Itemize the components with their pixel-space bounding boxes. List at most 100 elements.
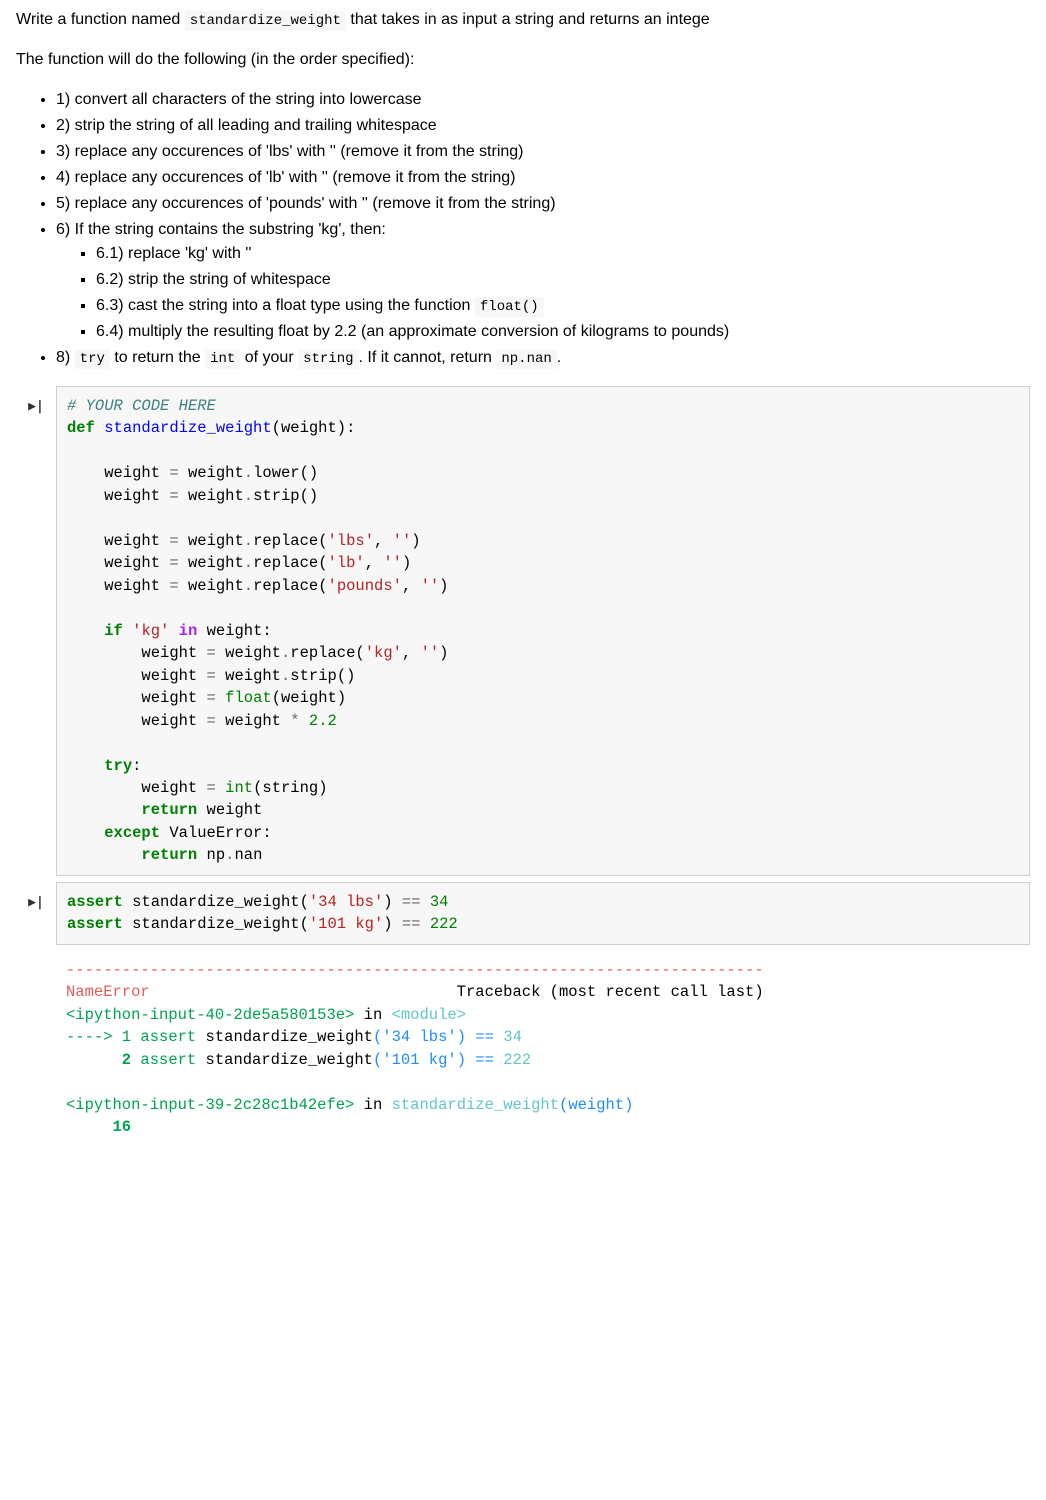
v: weight	[281, 689, 337, 707]
v: string	[262, 779, 318, 797]
module-label: <module>	[392, 1006, 466, 1024]
lead-paragraph: The function will do the following (in t…	[16, 48, 1030, 72]
kw: assert	[67, 915, 123, 933]
v: weight	[141, 667, 197, 685]
run-cell-icon[interactable]: ▶|	[28, 399, 44, 414]
list-item: 6.4) multiply the resulting float by 2.2…	[96, 320, 1030, 344]
intro-text-2: that takes in as input a string and retu…	[346, 11, 710, 28]
kw: return	[141, 846, 197, 864]
v: weight	[104, 577, 160, 595]
s: 'lbs'	[328, 532, 375, 550]
num: 222	[503, 1051, 531, 1069]
intro-code: standardize_weight	[185, 11, 346, 31]
inline-code: float()	[475, 297, 544, 317]
code-input[interactable]: # YOUR CODE HERE def standardize_weight(…	[56, 386, 1030, 876]
exc: ValueError	[169, 824, 262, 842]
list-item: 1) convert all characters of the string …	[56, 88, 1030, 112]
s: ''	[421, 644, 440, 662]
fn: standardize_weight	[206, 1028, 373, 1046]
frame-fn-arg: (weight)	[559, 1096, 633, 1114]
kw: assert	[140, 1028, 196, 1046]
list-item: 2) strip the string of all leading and t…	[56, 114, 1030, 138]
list-item: 5) replace any occurences of 'pounds' wi…	[56, 192, 1030, 216]
s: 'pounds'	[328, 577, 402, 595]
inline-code: np.nan	[496, 349, 556, 369]
kw: assert	[140, 1051, 196, 1069]
v: weight	[104, 532, 160, 550]
s: 'lb'	[328, 554, 365, 572]
num: 34	[430, 893, 449, 911]
builtin: float	[225, 689, 272, 707]
kw: try	[104, 757, 132, 775]
num: 222	[430, 915, 458, 933]
v: weight	[188, 554, 244, 572]
m: replace	[290, 644, 355, 662]
v: weight	[225, 667, 281, 685]
v: weight	[141, 689, 197, 707]
kw: return	[141, 801, 197, 819]
v: weight	[225, 644, 281, 662]
list-item: 3) replace any occurences of 'lbs' with …	[56, 140, 1030, 164]
op: ==	[402, 915, 421, 933]
code-comment: # YOUR CODE HERE	[67, 397, 216, 415]
s: 'kg'	[365, 644, 402, 662]
traceback-output: ----------------------------------------…	[56, 951, 1030, 1139]
t: .	[557, 349, 561, 366]
t: of your	[240, 349, 298, 366]
intro-paragraph: Write a function named standardize_weigh…	[16, 8, 1030, 32]
v: weight	[141, 644, 197, 662]
t: to return the	[110, 349, 205, 366]
prompt-area: ▶|	[16, 882, 56, 945]
prompt-area-empty	[16, 951, 56, 1139]
s: '101 kg'	[382, 1051, 456, 1069]
kw: except	[104, 824, 160, 842]
inline-code: int	[205, 349, 240, 369]
t: in	[354, 1096, 391, 1114]
v: weight	[141, 712, 197, 730]
lineno: 16	[66, 1118, 131, 1136]
v: weight	[188, 464, 244, 482]
v: weight	[225, 712, 281, 730]
list-item: 6.3) cast the string into a float type u…	[96, 294, 1030, 318]
prompt-area: ▶|	[16, 386, 56, 876]
frame-fn: standardize_weight	[392, 1096, 559, 1114]
funcname: standardize_weight	[104, 419, 271, 437]
v: weight	[207, 801, 263, 819]
builtin: int	[225, 779, 253, 797]
arrow: ----> 1	[66, 1028, 140, 1046]
frame-location: <ipython-input-39-2c28c1b42efe>	[66, 1096, 354, 1114]
output-cell: ----------------------------------------…	[16, 951, 1030, 1139]
v: weight	[188, 487, 244, 505]
list-item: 6.2) strip the string of whitespace	[96, 268, 1030, 292]
code-cell-2: ▶| assert standardize_weight('34 lbs') =…	[16, 882, 1030, 945]
v: weight	[188, 532, 244, 550]
fn: standardize_weight	[206, 1051, 373, 1069]
fn: standardize_weight	[132, 915, 299, 933]
param: weight	[281, 419, 337, 437]
op: ==	[402, 893, 421, 911]
kw: def	[67, 419, 95, 437]
v: weight	[141, 779, 197, 797]
kw: if	[104, 622, 123, 640]
code-input[interactable]: assert standardize_weight('34 lbs') == 3…	[56, 882, 1030, 945]
m: replace	[253, 532, 318, 550]
s: ''	[383, 554, 402, 572]
intro-text: Write a function named	[16, 11, 185, 28]
lineno: 2	[66, 1051, 140, 1069]
v: weight	[207, 622, 263, 640]
v: weight	[104, 554, 160, 572]
code-cell-1: ▶| # YOUR CODE HERE def standardize_weig…	[16, 386, 1030, 876]
error-name: NameError	[66, 983, 150, 1001]
op: ==	[475, 1028, 494, 1046]
kw: assert	[67, 893, 123, 911]
traceback-label: Traceback (most recent call last)	[457, 983, 764, 1001]
t: . If it cannot, return	[359, 349, 497, 366]
run-cell-icon[interactable]: ▶|	[28, 895, 44, 910]
s: '34 lbs'	[309, 893, 383, 911]
steps-list: 1) convert all characters of the string …	[16, 88, 1030, 370]
list-item: 6.1) replace 'kg' with ''	[96, 242, 1030, 266]
s: '34 lbs'	[382, 1028, 456, 1046]
list-item: 8) try to return the int of your string.…	[56, 346, 1030, 370]
num: 34	[503, 1028, 522, 1046]
list-item-text: 6) If the string contains the substring …	[56, 221, 386, 238]
